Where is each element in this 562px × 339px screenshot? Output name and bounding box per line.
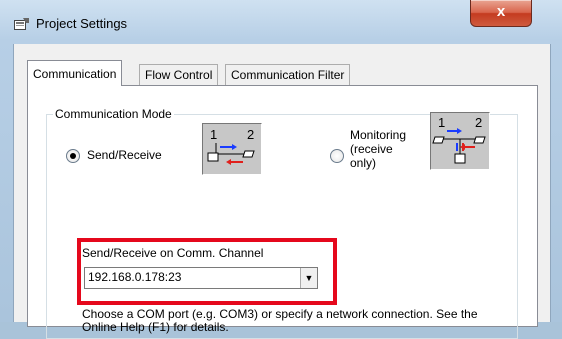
title-bar[interactable]: Project Settings x [0, 0, 562, 44]
dropdown-arrow-icon[interactable]: ▼ [300, 268, 317, 288]
monitoring-label-line-2: (receive [350, 142, 393, 156]
svg-text:1: 1 [210, 127, 217, 142]
channel-value[interactable]: 192.168.0.178:23 [88, 270, 181, 284]
settings-window-icon [14, 18, 29, 30]
help-text: Choose a COM port (e.g. COM3) or specify… [82, 307, 478, 334]
communication-tab-panel: Communication Mode Send/Receive 1 2 Moni… [27, 85, 538, 339]
tab-flow-control[interactable]: Flow Control [139, 64, 219, 85]
communication-mode-legend: Communication Mode [55, 107, 172, 121]
monitoring-radio[interactable] [330, 149, 344, 163]
monitoring-label-line-1: Monitoring [350, 128, 407, 142]
window-title: Project Settings [36, 16, 128, 31]
svg-text:1: 1 [438, 115, 445, 130]
monitoring-diagram-icon: 1 2 [430, 112, 490, 170]
dialog-body: Communication Flow Control Communication… [13, 44, 551, 339]
send-receive-diagram-icon: 1 2 [202, 123, 262, 175]
channel-label: Send/Receive on Comm. Channel [82, 246, 264, 260]
channel-combobox[interactable]: 192.168.0.178:23 ▼ [84, 267, 318, 289]
monitoring-label[interactable]: Monitoring (receive only) [350, 128, 406, 170]
close-button[interactable]: x [470, 0, 532, 27]
monitoring-label-line-3: only) [350, 156, 377, 170]
svg-text:2: 2 [247, 127, 254, 142]
send-receive-radio[interactable] [66, 149, 80, 163]
tab-communication[interactable]: Communication [27, 60, 123, 86]
tab-communication-filter[interactable]: Communication Filter [225, 64, 351, 85]
svg-text:2: 2 [475, 115, 482, 130]
project-settings-window: Project Settings x Communication Flow Co… [0, 0, 562, 339]
send-receive-label[interactable]: Send/Receive [87, 148, 162, 162]
